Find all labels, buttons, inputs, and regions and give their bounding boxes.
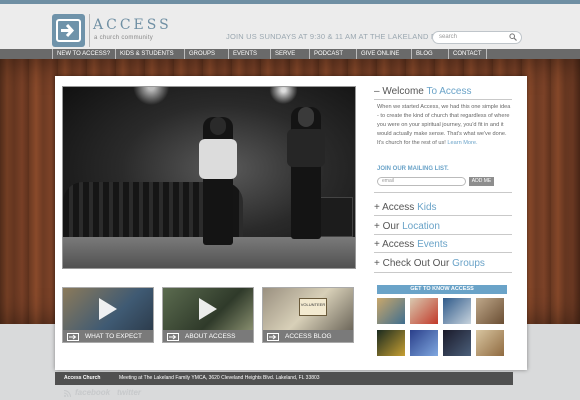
nav-kids-students[interactable]: KIDS & STUDENTS xyxy=(115,49,178,59)
accordion-accent: Events xyxy=(417,239,448,250)
thumb-about-access[interactable]: ABOUT ACCESS xyxy=(162,287,254,343)
thumb-caption: WHAT TO EXPECT xyxy=(63,330,153,342)
footer-church-name: Access Church xyxy=(64,375,101,381)
accordion-our-location[interactable]: + Our Location xyxy=(374,221,440,232)
learn-more-link[interactable]: Learn More. xyxy=(447,140,477,146)
accordion-accent: Location xyxy=(402,221,440,232)
site-header: ACCESS a church community JOIN US SUNDAY… xyxy=(0,4,580,49)
arrow-icon xyxy=(67,333,79,341)
thumb-label: ABOUT ACCESS xyxy=(185,333,236,340)
thumb-caption: ACCESS BLOG xyxy=(263,330,353,342)
search-placeholder: search xyxy=(439,34,458,40)
accordion-accent: Groups xyxy=(452,258,485,269)
main-nav: NEW TO ACCESS? KIDS & STUDENTS GROUPS EV… xyxy=(0,49,580,59)
gallery-photo[interactable] xyxy=(377,298,405,324)
gallery-photo[interactable] xyxy=(377,330,405,356)
nav-blog[interactable]: BLOG xyxy=(411,49,437,59)
nav-podcast[interactable]: PODCAST xyxy=(309,49,347,59)
accordion-prefix: + Our xyxy=(374,221,403,232)
accordion-access-kids[interactable]: + Access Kids xyxy=(374,202,437,213)
divider xyxy=(374,234,512,235)
accordion-access-events[interactable]: + Access Events xyxy=(374,239,448,250)
hero-photo xyxy=(62,86,356,269)
welcome-accent: To Access xyxy=(426,86,472,97)
search-icon[interactable] xyxy=(509,33,517,41)
thumb-what-to-expect[interactable]: WHAT TO EXPECT xyxy=(62,287,154,343)
search-input[interactable]: search xyxy=(432,31,522,44)
welcome-heading[interactable]: – Welcome To Access xyxy=(374,86,471,97)
accordion-accent: Kids xyxy=(417,202,437,213)
email-input[interactable]: email xyxy=(377,177,466,186)
thumb-label: WHAT TO EXPECT xyxy=(85,333,142,340)
accordion-prefix: + Access xyxy=(374,239,418,250)
play-icon[interactable] xyxy=(99,298,117,320)
thumb-caption: ABOUT ACCESS xyxy=(163,330,253,342)
logo-divider xyxy=(89,14,90,47)
accordion-prefix: + Check Out Our xyxy=(374,258,453,269)
gallery-photo[interactable] xyxy=(410,330,438,356)
gallery-photo[interactable] xyxy=(443,298,471,324)
twitter-link[interactable]: twitter xyxy=(117,388,141,397)
nav-serve[interactable]: SERVE xyxy=(270,49,299,59)
facebook-link[interactable]: facebook xyxy=(75,388,110,397)
musician-figure xyxy=(199,117,237,245)
divider xyxy=(374,99,512,100)
intro-text: When we started Access, we had this one … xyxy=(377,103,512,148)
divider xyxy=(374,192,512,193)
logo-arrow-icon[interactable] xyxy=(52,14,85,47)
site-logo-subtitle: a church community xyxy=(94,35,154,41)
divider xyxy=(374,215,512,216)
add-me-button[interactable]: ADD ME xyxy=(469,177,494,186)
gallery-photo[interactable] xyxy=(410,298,438,324)
thumb-label: ACCESS BLOG xyxy=(285,333,332,340)
welcome-prefix: – Welcome xyxy=(374,86,427,97)
mailing-list-label: JOIN OUR MAILING LIST. xyxy=(377,166,449,172)
accordion-check-out-groups[interactable]: + Check Out Our Groups xyxy=(374,258,485,269)
nav-contact[interactable]: CONTACT xyxy=(448,49,487,59)
gallery-photo[interactable] xyxy=(476,330,504,356)
play-icon[interactable] xyxy=(199,298,217,320)
site-footer: Access Church Meeting at The Lakeland Fa… xyxy=(55,372,513,385)
rss-icon[interactable] xyxy=(64,390,71,397)
accordion-prefix: + Access xyxy=(374,202,418,213)
nav-new-to-access[interactable]: NEW TO ACCESS? xyxy=(52,49,114,59)
get-to-know-header: GET TO KNOW ACCESS xyxy=(377,285,507,294)
site-logo-text[interactable]: ACCESS xyxy=(93,17,172,33)
nav-groups[interactable]: GROUPS xyxy=(184,49,219,59)
divider xyxy=(374,272,512,273)
thumb-access-blog[interactable]: VOLUNTEER ACCESS BLOG xyxy=(262,287,354,343)
divider xyxy=(374,252,512,253)
arrow-icon xyxy=(167,333,179,341)
gallery-photo[interactable] xyxy=(476,298,504,324)
gallery-photo[interactable] xyxy=(443,330,471,356)
musician-figure xyxy=(287,107,325,239)
nav-events[interactable]: EVENTS xyxy=(228,49,261,59)
footer-address: Meeting at The Lakeland Family YMCA, 362… xyxy=(119,375,320,381)
intro-body: When we started Access, we had this one … xyxy=(377,104,511,146)
volunteer-badge: VOLUNTEER xyxy=(299,298,327,316)
nav-give-online[interactable]: GIVE ONLINE xyxy=(356,49,403,59)
arrow-icon xyxy=(267,333,279,341)
